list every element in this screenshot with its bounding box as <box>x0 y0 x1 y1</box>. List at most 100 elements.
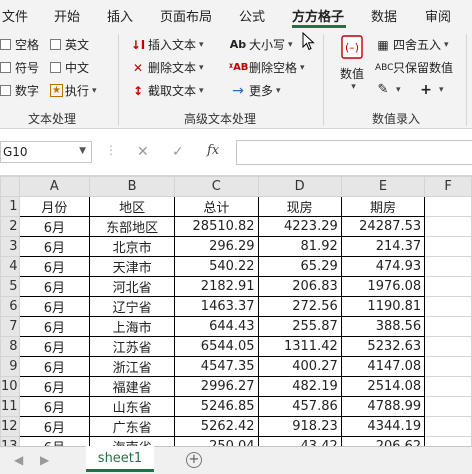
empty-cell[interactable] <box>424 416 472 437</box>
formula-input[interactable] <box>236 140 472 165</box>
scroll-left-icon[interactable]: ◀ <box>14 453 23 467</box>
tab-home[interactable]: 开始 <box>54 6 80 25</box>
table-cell[interactable]: 河北省 <box>89 276 176 297</box>
table-cell[interactable]: 期房 <box>340 196 426 217</box>
table-cell[interactable]: 4147.08 <box>340 356 426 377</box>
table-cell[interactable]: 1190.81 <box>340 296 426 317</box>
empty-cell[interactable] <box>424 256 472 277</box>
execute-button[interactable]: ★ 执行 ▾ <box>50 82 97 99</box>
checkbox-number[interactable]: 数字 <box>0 82 39 99</box>
table-cell[interactable]: 457.86 <box>257 396 342 417</box>
table-cell[interactable]: 1976.08 <box>340 276 426 297</box>
table-cell[interactable]: 6月 <box>18 216 91 237</box>
table-cell[interactable]: 6544.05 <box>174 336 259 357</box>
table-cell[interactable]: 6月 <box>18 296 91 317</box>
table-cell[interactable]: 福建省 <box>89 376 176 397</box>
table-cell[interactable]: 4223.29 <box>257 216 342 237</box>
table-cell[interactable]: 388.56 <box>340 316 426 337</box>
checkbox-symbol[interactable]: 符号 <box>0 59 39 76</box>
table-cell[interactable]: 2182.91 <box>174 276 259 297</box>
row-header[interactable]: 5 <box>0 276 20 297</box>
column-header[interactable]: D <box>257 176 342 197</box>
tab-page-layout[interactable]: 页面布局 <box>160 6 212 25</box>
tab-formulas[interactable]: 公式 <box>239 6 265 25</box>
resize-handle-icon[interactable]: ⋮ <box>105 143 117 157</box>
tab-data[interactable]: 数据 <box>371 6 397 25</box>
table-cell[interactable]: 1463.37 <box>174 296 259 317</box>
name-box[interactable]: G10 ▼ <box>0 141 92 163</box>
table-cell[interactable]: 400.27 <box>257 356 342 377</box>
row-header[interactable]: 9 <box>0 356 20 377</box>
table-cell[interactable]: 2514.08 <box>340 376 426 397</box>
delete-spaces-button[interactable]: ᵡAB 删除空格 ▾ <box>229 59 305 76</box>
table-cell[interactable]: 1311.42 <box>257 336 342 357</box>
empty-cell[interactable] <box>424 196 472 217</box>
chevron-down-icon[interactable]: ▼ <box>79 146 86 156</box>
table-cell[interactable]: 65.29 <box>257 256 342 277</box>
table-cell[interactable]: 43.42 <box>257 436 342 446</box>
table-cell[interactable]: 北京市 <box>89 236 176 257</box>
table-cell[interactable]: 540.22 <box>174 256 259 277</box>
table-cell[interactable]: 6月 <box>18 436 91 446</box>
table-cell[interactable]: 296.29 <box>174 236 259 257</box>
row-header[interactable]: 10 <box>0 376 20 397</box>
table-cell[interactable]: 现房 <box>257 196 342 217</box>
table-cell[interactable]: 28510.82 <box>174 216 259 237</box>
row-header[interactable]: 11 <box>0 396 20 417</box>
row-header[interactable]: 12 <box>0 416 20 437</box>
insert-function-icon[interactable]: fx <box>207 143 219 158</box>
table-cell[interactable]: 广东省 <box>89 416 176 437</box>
table-cell[interactable]: 东部地区 <box>89 216 176 237</box>
empty-cell[interactable] <box>424 296 472 317</box>
table-cell[interactable]: 江苏省 <box>89 336 176 357</box>
checkbox-chinese[interactable]: 中文 <box>50 59 89 76</box>
checkbox-english[interactable]: 英文 <box>50 36 89 53</box>
table-cell[interactable]: 6月 <box>18 336 91 357</box>
table-cell[interactable]: 山东省 <box>89 396 176 417</box>
tab-review[interactable]: 审阅 <box>425 6 451 25</box>
row-header[interactable]: 4 <box>0 256 20 277</box>
cancel-icon[interactable]: ✕ <box>137 144 149 160</box>
add-sheet-icon[interactable]: + <box>186 452 202 468</box>
insert-text-button[interactable]: ↓I 插入文本 ▾ <box>130 36 204 53</box>
tab-file[interactable]: 文件 <box>2 6 28 25</box>
column-header[interactable]: F <box>424 176 472 197</box>
table-cell[interactable]: 918.23 <box>257 416 342 437</box>
table-cell[interactable]: 250.04 <box>174 436 259 446</box>
tab-fangfang[interactable]: 方方格子 <box>292 6 344 25</box>
table-cell[interactable]: 上海市 <box>89 316 176 337</box>
table-cell[interactable]: 6月 <box>18 316 91 337</box>
empty-cell[interactable] <box>424 216 472 237</box>
table-cell[interactable]: 6月 <box>18 356 91 377</box>
empty-cell[interactable] <box>424 336 472 357</box>
table-cell[interactable]: 6月 <box>18 276 91 297</box>
table-cell[interactable]: 482.19 <box>257 376 342 397</box>
column-header[interactable]: C <box>174 176 259 197</box>
table-cell[interactable]: 2996.27 <box>174 376 259 397</box>
case-button[interactable]: Ab 大小写 ▾ <box>229 36 293 53</box>
row-header[interactable]: 3 <box>0 236 20 257</box>
row-header[interactable]: 1 <box>0 196 20 217</box>
table-cell[interactable]: 6月 <box>18 256 91 277</box>
table-cell[interactable]: 206.83 <box>257 276 342 297</box>
row-header[interactable]: 2 <box>0 216 20 237</box>
keep-values-button[interactable]: ABC 只保留数值 <box>375 59 453 76</box>
row-header[interactable]: 8 <box>0 336 20 357</box>
table-cell[interactable]: 辽宁省 <box>89 296 176 317</box>
table-cell[interactable]: 6月 <box>18 376 91 397</box>
table-cell[interactable]: 4788.99 <box>340 396 426 417</box>
empty-cell[interactable] <box>424 376 472 397</box>
table-cell[interactable]: 4547.35 <box>174 356 259 377</box>
table-cell[interactable]: 天津市 <box>89 256 176 277</box>
table-cell[interactable]: 206.62 <box>340 436 426 446</box>
table-cell[interactable]: 214.37 <box>340 236 426 257</box>
sheet-tab-sheet1[interactable]: sheet1 <box>86 446 154 472</box>
table-cell[interactable]: 浙江省 <box>89 356 176 377</box>
delete-text-button[interactable]: ✕ 删除文本 ▾ <box>130 59 204 76</box>
checkbox-space[interactable]: 空格 <box>0 36 39 53</box>
table-cell[interactable]: 地区 <box>89 196 176 217</box>
column-header[interactable]: E <box>340 176 426 197</box>
empty-cell[interactable] <box>424 316 472 337</box>
table-cell[interactable]: 海南省 <box>89 436 176 446</box>
empty-cell[interactable] <box>424 236 472 257</box>
